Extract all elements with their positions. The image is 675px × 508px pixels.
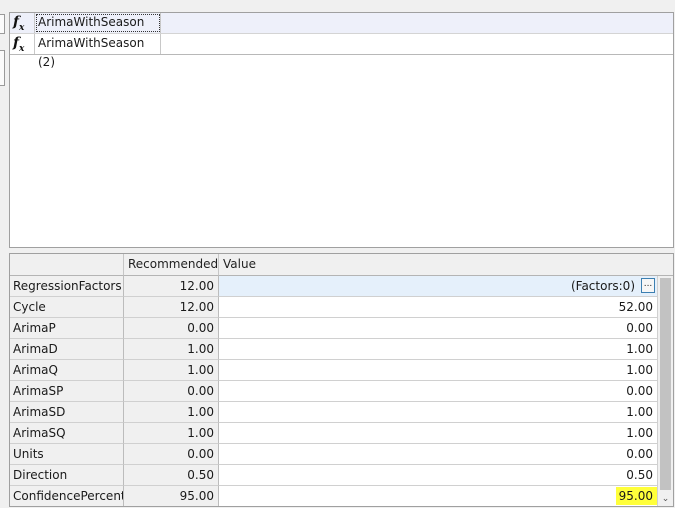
- value-cell[interactable]: (Factors:0)...: [219, 276, 658, 297]
- value-text: 0.00: [626, 384, 653, 398]
- value-cell[interactable]: 0.00: [219, 318, 658, 339]
- scrollbar-thumb[interactable]: [660, 278, 671, 490]
- value-text: 1.00: [626, 405, 653, 419]
- recommended-value: 1.00: [124, 402, 219, 423]
- property-name[interactable]: ArimaQ: [10, 360, 124, 381]
- property-name[interactable]: ArimaSQ: [10, 423, 124, 444]
- function-icon: fx: [13, 14, 25, 33]
- property-name[interactable]: Cycle: [10, 297, 124, 318]
- property-name[interactable]: ConfidencePercent: [10, 486, 124, 506]
- value-text: 0.00: [626, 321, 653, 335]
- table-row[interactable]: RegressionFactors 12.00 (Factors:0)...: [10, 276, 658, 297]
- value-text: 0.00: [626, 447, 653, 461]
- function-list: fx ArimaWithSeason (1) fx ArimaWithSeaso…: [9, 12, 674, 248]
- column-header-name[interactable]: [10, 254, 124, 276]
- property-name[interactable]: Units: [10, 444, 124, 465]
- recommended-value: 95.00: [124, 486, 219, 506]
- header-corner: [658, 254, 673, 276]
- table-row[interactable]: Direction 0.50 0.50: [10, 465, 658, 486]
- recommended-value: 1.00: [124, 423, 219, 444]
- left-edge-panel-fragment: [0, 14, 5, 34]
- value-cell[interactable]: 1.00: [219, 423, 658, 444]
- table-row[interactable]: Units 0.00 0.00: [10, 444, 658, 465]
- recommended-value: 0.50: [124, 465, 219, 486]
- column-header-value[interactable]: Value: [219, 254, 658, 276]
- table-row[interactable]: ArimaSP 0.00 0.00: [10, 381, 658, 402]
- table-row[interactable]: Cycle 12.00 52.00: [10, 297, 658, 318]
- table-row[interactable]: ArimaQ 1.00 1.00: [10, 360, 658, 381]
- value-text: 1.00: [626, 426, 653, 440]
- value-text: 1.00: [626, 363, 653, 377]
- value-cell[interactable]: 1.00: [219, 402, 658, 423]
- scroll-down-icon[interactable]: ⌄: [658, 492, 673, 506]
- recommended-value: 0.00: [124, 444, 219, 465]
- table-row[interactable]: ArimaD 1.00 1.00: [10, 339, 658, 360]
- recommended-value: 0.00: [124, 318, 219, 339]
- property-name[interactable]: ArimaD: [10, 339, 124, 360]
- value-text: (Factors:0): [570, 279, 635, 293]
- column-header-recommended[interactable]: Recommended: [124, 254, 219, 276]
- value-text: 95.00: [615, 487, 657, 505]
- recommended-value: 12.00: [124, 297, 219, 318]
- vertical-scrollbar[interactable]: ⌄: [658, 276, 673, 506]
- list-item[interactable]: fx ArimaWithSeason (2): [10, 34, 673, 69]
- recommended-value: 1.00: [124, 360, 219, 381]
- table-row[interactable]: ArimaSD 1.00 1.00: [10, 402, 658, 423]
- recommended-value: 0.00: [124, 381, 219, 402]
- property-name[interactable]: ArimaSP: [10, 381, 124, 402]
- table-row[interactable]: ArimaSQ 1.00 1.00: [10, 423, 658, 444]
- function-icon: fx: [13, 35, 25, 54]
- table-row[interactable]: ConfidencePercent 95.00 95.00: [10, 486, 658, 506]
- list-item-label[interactable]: ArimaWithSeason (2): [35, 34, 161, 69]
- value-cell[interactable]: 0.00: [219, 381, 658, 402]
- recommended-value: 1.00: [124, 339, 219, 360]
- property-name[interactable]: ArimaP: [10, 318, 124, 339]
- recommended-value: 12.00: [124, 276, 219, 297]
- property-name[interactable]: ArimaSD: [10, 402, 124, 423]
- value-text: 52.00: [618, 300, 653, 314]
- value-cell[interactable]: 1.00: [219, 339, 658, 360]
- value-cell[interactable]: 0.50: [219, 465, 658, 486]
- list-item[interactable]: fx ArimaWithSeason (1): [10, 13, 673, 48]
- value-cell[interactable]: 0.00: [219, 444, 658, 465]
- value-cell[interactable]: 1.00: [219, 360, 658, 381]
- list-item-label[interactable]: ArimaWithSeason (1): [35, 13, 161, 48]
- property-grid: Recommended Value RegressionFactors 12.00…: [9, 253, 674, 507]
- property-name[interactable]: Direction: [10, 465, 124, 486]
- value-text: 0.50: [626, 468, 653, 482]
- value-cell[interactable]: 95.00: [219, 486, 658, 506]
- table-row[interactable]: ArimaP 0.00 0.00: [10, 318, 658, 339]
- ellipsis-button[interactable]: ...: [641, 278, 655, 293]
- value-cell[interactable]: 52.00: [219, 297, 658, 318]
- property-name[interactable]: RegressionFactors: [10, 276, 124, 297]
- value-text: 1.00: [626, 342, 653, 356]
- left-edge-panel-fragment: [0, 50, 5, 86]
